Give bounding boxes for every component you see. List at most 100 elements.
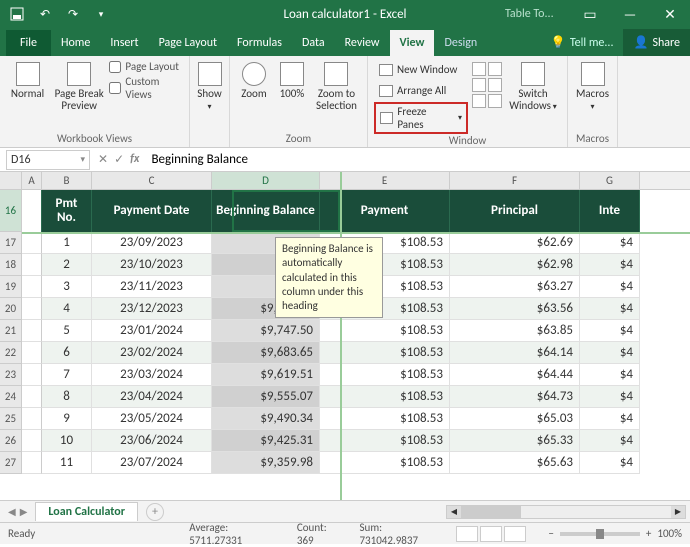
cell[interactable]: 2 bbox=[42, 254, 92, 276]
view-page-layout-button[interactable] bbox=[480, 526, 502, 542]
ribbon-options-icon[interactable]: ▭ bbox=[570, 0, 610, 28]
header-pmt-no[interactable]: Pmt No. bbox=[42, 190, 92, 232]
cell[interactable]: 1 bbox=[42, 232, 92, 254]
spreadsheet-grid[interactable]: A B C D E F G 16 1718192021222324252627 … bbox=[0, 172, 690, 500]
cell[interactable]: $63.85 bbox=[450, 320, 580, 342]
new-window-button[interactable]: New Window bbox=[374, 60, 468, 79]
cell[interactable]: $65.33 bbox=[450, 430, 580, 452]
cell[interactable]: 7 bbox=[42, 364, 92, 386]
show-button[interactable]: Show▾ bbox=[196, 60, 223, 112]
cell[interactable]: $4 bbox=[580, 298, 640, 320]
row-head[interactable]: 20 bbox=[0, 298, 22, 320]
cell[interactable]: $4 bbox=[580, 430, 640, 452]
tab-formulas[interactable]: Formulas bbox=[227, 30, 292, 56]
zoom-out-button[interactable]: − bbox=[548, 527, 553, 540]
cell[interactable]: $65.03 bbox=[450, 408, 580, 430]
row-head[interactable]: 26 bbox=[0, 430, 22, 452]
cell[interactable]: 23/07/2024 bbox=[92, 452, 212, 474]
cell[interactable] bbox=[22, 386, 42, 408]
cell[interactable]: $4 bbox=[580, 254, 640, 276]
cell[interactable] bbox=[22, 254, 42, 276]
macros-button[interactable]: Macros▾ bbox=[574, 60, 611, 112]
row-head[interactable]: 17 bbox=[0, 232, 22, 254]
cell[interactable]: $4 bbox=[580, 342, 640, 364]
fx-icon[interactable]: fx bbox=[130, 152, 139, 167]
cell[interactable]: $9,555.07 bbox=[212, 386, 320, 408]
row-head[interactable]: 21 bbox=[0, 320, 22, 342]
page-layout-check[interactable]: Page Layout bbox=[109, 60, 183, 73]
cell[interactable]: $9,425.31 bbox=[212, 430, 320, 452]
cell[interactable]: 23/12/2023 bbox=[92, 298, 212, 320]
cell[interactable]: 23/10/2023 bbox=[92, 254, 212, 276]
tab-file[interactable]: File bbox=[6, 30, 51, 56]
cell[interactable]: $62.98 bbox=[450, 254, 580, 276]
normal-view-button[interactable]: Normal bbox=[6, 60, 49, 100]
zoom-button[interactable]: Zoom bbox=[236, 60, 272, 100]
tab-home[interactable]: Home bbox=[51, 30, 100, 56]
cell[interactable]: $4 bbox=[580, 386, 640, 408]
save-icon[interactable] bbox=[6, 3, 28, 25]
undo-icon[interactable]: ↶ bbox=[34, 3, 56, 25]
row-head[interactable]: 23 bbox=[0, 364, 22, 386]
cell[interactable]: $9,683.65 bbox=[212, 342, 320, 364]
header-beginning-balance[interactable]: Beginning Balance bbox=[212, 190, 320, 232]
row-head[interactable]: 25 bbox=[0, 408, 22, 430]
col-head-A[interactable]: A bbox=[22, 172, 42, 189]
row-head[interactable]: 19 bbox=[0, 276, 22, 298]
cell[interactable]: 23/04/2024 bbox=[92, 386, 212, 408]
cell[interactable]: 8 bbox=[42, 386, 92, 408]
arrange-all-button[interactable]: Arrange All bbox=[374, 81, 468, 100]
scroll-thumb[interactable] bbox=[461, 506, 521, 518]
col-head-D[interactable]: D bbox=[212, 172, 320, 189]
cell[interactable]: 23/09/2023 bbox=[92, 232, 212, 254]
horizontal-scrollbar[interactable]: ◀ ▶ bbox=[446, 505, 686, 519]
cancel-formula-icon[interactable]: ✕ bbox=[98, 152, 108, 167]
cell[interactable] bbox=[22, 342, 42, 364]
sheet-nav-next-icon[interactable]: ▶ bbox=[20, 505, 28, 518]
cell[interactable]: $4 bbox=[580, 320, 640, 342]
reset-pos-button[interactable] bbox=[488, 94, 502, 108]
formula-input[interactable] bbox=[145, 150, 690, 170]
freeze-panes-button[interactable]: Freeze Panes▾ bbox=[374, 102, 468, 134]
sheet-nav-prev-icon[interactable]: ◀ bbox=[8, 505, 16, 518]
cell[interactable]: 4 bbox=[42, 298, 92, 320]
share-button[interactable]: 👤Share bbox=[623, 29, 690, 56]
cell[interactable] bbox=[22, 430, 42, 452]
view-page-break-button[interactable] bbox=[504, 526, 526, 542]
row-head[interactable]: 24 bbox=[0, 386, 22, 408]
cell[interactable]: 23/01/2024 bbox=[92, 320, 212, 342]
cell[interactable]: 23/11/2023 bbox=[92, 276, 212, 298]
row-head[interactable]: 27 bbox=[0, 452, 22, 474]
enter-formula-icon[interactable]: ✓ bbox=[114, 152, 124, 167]
tab-page-layout[interactable]: Page Layout bbox=[149, 30, 227, 56]
sheet-tab[interactable]: Loan Calculator bbox=[35, 502, 138, 521]
cell[interactable]: 23/06/2024 bbox=[92, 430, 212, 452]
zoom-100-button[interactable]: 100% bbox=[276, 60, 308, 100]
cell[interactable]: 10 bbox=[42, 430, 92, 452]
col-head-F[interactable]: F bbox=[450, 172, 580, 189]
view-normal-button[interactable] bbox=[456, 526, 478, 542]
cell[interactable]: $4 bbox=[580, 452, 640, 474]
scroll-right-icon[interactable]: ▶ bbox=[671, 506, 685, 518]
row-head[interactable]: 18 bbox=[0, 254, 22, 276]
cell[interactable] bbox=[22, 232, 42, 254]
cell[interactable]: $64.14 bbox=[450, 342, 580, 364]
cell[interactable]: 23/02/2024 bbox=[92, 342, 212, 364]
page-break-preview-button[interactable]: Page Break Preview bbox=[53, 60, 105, 112]
cell[interactable]: $4 bbox=[580, 232, 640, 254]
header-payment-date[interactable]: Payment Date bbox=[92, 190, 212, 232]
tab-data[interactable]: Data bbox=[292, 30, 335, 56]
zoom-slider[interactable] bbox=[560, 532, 640, 536]
col-head-C[interactable]: C bbox=[92, 172, 212, 189]
tab-review[interactable]: Review bbox=[335, 30, 390, 56]
tab-view[interactable]: View bbox=[390, 30, 435, 56]
cell[interactable] bbox=[22, 298, 42, 320]
cell[interactable]: $63.56 bbox=[450, 298, 580, 320]
cell[interactable] bbox=[22, 320, 42, 342]
split-button[interactable] bbox=[472, 62, 486, 76]
sync-scroll-button[interactable] bbox=[488, 78, 502, 92]
tab-insert[interactable]: Insert bbox=[100, 30, 148, 56]
cell[interactable] bbox=[22, 364, 42, 386]
tab-design[interactable]: Design bbox=[434, 30, 487, 56]
cell[interactable]: 6 bbox=[42, 342, 92, 364]
